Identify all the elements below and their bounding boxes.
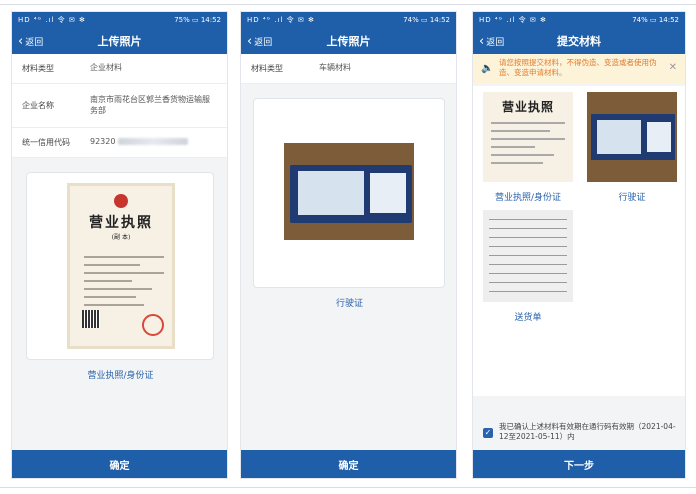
status-battery-time: 74% ▭ 14:52 bbox=[403, 16, 450, 24]
back-label: 返回 bbox=[486, 37, 505, 48]
license-title: 营业执照 bbox=[89, 215, 153, 231]
phone-screen-submit: HD ⁴ᴳ .ıl 令 ✉ ✻ 74% ▭ 14:52 ‹ 返回 提交材料 🔈 … bbox=[472, 11, 686, 479]
redacted-blur bbox=[118, 138, 188, 146]
back-button[interactable]: ‹ 返回 bbox=[479, 28, 504, 54]
row-label: 材料类型 bbox=[22, 64, 54, 73]
page-title: 上传照片 bbox=[97, 35, 142, 48]
top-divider bbox=[0, 4, 696, 5]
red-seal-icon bbox=[142, 314, 164, 336]
warning-tip-banner: 🔈 请您按照提交材料，不得伪造、变造或者使用伪造、变造申请材料。 ✕ bbox=[473, 54, 685, 84]
status-bar: HD ⁴ᴳ .ıl 令 ✉ ✻ 74% ▭ 14:52 bbox=[241, 12, 456, 28]
confirm-validity-text: 我已确认上述材料有效期在通行码有效期（2021-04-12至2021-05-11… bbox=[499, 422, 676, 442]
page-title: 上传照片 bbox=[326, 35, 371, 48]
close-icon[interactable]: ✕ bbox=[669, 61, 677, 75]
back-label: 返回 bbox=[254, 37, 273, 48]
page-title: 提交材料 bbox=[557, 35, 601, 48]
confirm-button[interactable]: 确定 bbox=[12, 450, 227, 478]
confirm-checkbox[interactable]: ✓ bbox=[483, 428, 493, 438]
credit-code-prefix: 92320 bbox=[90, 137, 116, 147]
upload-photo-card[interactable]: 营业执照 (副 本) bbox=[26, 172, 214, 360]
row-value: 南京市雨花台区郭兰香货物运输服务部 bbox=[90, 94, 210, 115]
thumb-caption: 行驶证 bbox=[618, 193, 646, 203]
confirm-button[interactable]: 确定 bbox=[241, 450, 456, 478]
nav-bar: ‹ 返回 上传照片 bbox=[12, 28, 227, 54]
bottom-divider bbox=[0, 487, 696, 488]
thumb-caption: 营业执照/身份证 bbox=[494, 193, 562, 203]
row-value: 车辆材料 bbox=[319, 63, 351, 73]
row-label: 统一信用代码 bbox=[22, 138, 70, 147]
business-license-image: 营业执照 (副 本) bbox=[67, 183, 175, 349]
photo-caption: 营业执照/身份证 bbox=[87, 371, 154, 381]
booklet-page-right bbox=[370, 173, 406, 213]
thumb-delivery-note[interactable] bbox=[483, 210, 573, 302]
booklet-page-left bbox=[298, 171, 364, 215]
thumb-caption: 送货单 bbox=[514, 313, 542, 323]
chevron-left-icon: ‹ bbox=[247, 33, 253, 49]
row-value: 92320 bbox=[90, 137, 217, 148]
back-button[interactable]: ‹ 返回 bbox=[247, 28, 272, 54]
phone-screen-upload-enterprise: HD ⁴ᴳ .ıl 令 ✉ ✻ 75% ▭ 14:52 ‹ 返回 上传照片 材料… bbox=[11, 11, 228, 479]
speaker-icon: 🔈 bbox=[481, 63, 494, 74]
photo-caption: 行驶证 bbox=[335, 299, 363, 309]
row-credit-code: 统一信用代码 92320 bbox=[12, 128, 227, 158]
row-label: 材料类型 bbox=[251, 64, 283, 73]
thumb-license-lines bbox=[491, 122, 565, 164]
back-button[interactable]: ‹ 返回 bbox=[18, 28, 43, 54]
status-battery-time: 74% ▭ 14:52 bbox=[632, 16, 679, 24]
row-company-name: 企业名称 南京市雨花台区郭兰香货物运输服务部 bbox=[12, 84, 227, 128]
page: HD ⁴ᴳ .ıl 令 ✉ ✻ 75% ▭ 14:52 ‹ 返回 上传照片 材料… bbox=[0, 0, 696, 494]
row-material-type: 材料类型 车辆材料 bbox=[241, 54, 456, 84]
vehicle-license-photo bbox=[284, 143, 414, 240]
status-battery-time: 75% ▭ 14:52 bbox=[174, 16, 221, 24]
chevron-left-icon: ‹ bbox=[479, 33, 485, 49]
status-bar: HD ⁴ᴳ .ıl 令 ✉ ✻ 74% ▭ 14:52 bbox=[473, 12, 685, 28]
phone-screen-upload-vehicle: HD ⁴ᴳ .ıl 令 ✉ ✻ 74% ▭ 14:52 ‹ 返回 上传照片 材料… bbox=[240, 11, 457, 479]
qr-code-icon bbox=[82, 310, 100, 328]
thumb-booklet-page bbox=[597, 120, 641, 154]
thumb-vehicle-license[interactable] bbox=[587, 92, 677, 182]
next-step-button[interactable]: 下一步 bbox=[473, 450, 685, 478]
license-subtitle: (副 本) bbox=[111, 234, 131, 241]
back-label: 返回 bbox=[25, 37, 44, 48]
status-icons-left: HD ⁴ᴳ .ıl 令 ✉ ✻ bbox=[479, 16, 547, 24]
row-material-type: 材料类型 企业材料 bbox=[12, 54, 227, 84]
nav-bar: ‹ 返回 提交材料 bbox=[473, 28, 685, 54]
license-text-lines bbox=[84, 256, 164, 312]
thumb-license-title: 营业执照 bbox=[501, 100, 554, 114]
national-emblem-icon bbox=[114, 194, 128, 208]
status-bar: HD ⁴ᴳ .ıl 令 ✉ ✻ 75% ▭ 14:52 bbox=[12, 12, 227, 28]
status-icons-left: HD ⁴ᴳ .ıl 令 ✉ ✻ bbox=[18, 16, 86, 24]
thumb-business-license[interactable]: 营业执照 bbox=[483, 92, 573, 182]
thumb-booklet-page bbox=[647, 122, 671, 152]
upload-photo-card[interactable] bbox=[253, 98, 445, 288]
tip-text: 请您按照提交材料，不得伪造、变造或者使用伪造、变造申请材料。 bbox=[499, 58, 657, 78]
row-label: 企业名称 bbox=[22, 101, 54, 110]
delivery-note-table bbox=[489, 218, 567, 292]
row-value: 企业材料 bbox=[90, 63, 122, 73]
nav-bar: ‹ 返回 上传照片 bbox=[241, 28, 456, 54]
materials-grid: 营业执照 营业执照/身份证 行驶证 送货单 bbox=[473, 86, 685, 396]
status-icons-left: HD ⁴ᴳ .ıl 令 ✉ ✻ bbox=[247, 16, 315, 24]
chevron-left-icon: ‹ bbox=[18, 33, 24, 49]
